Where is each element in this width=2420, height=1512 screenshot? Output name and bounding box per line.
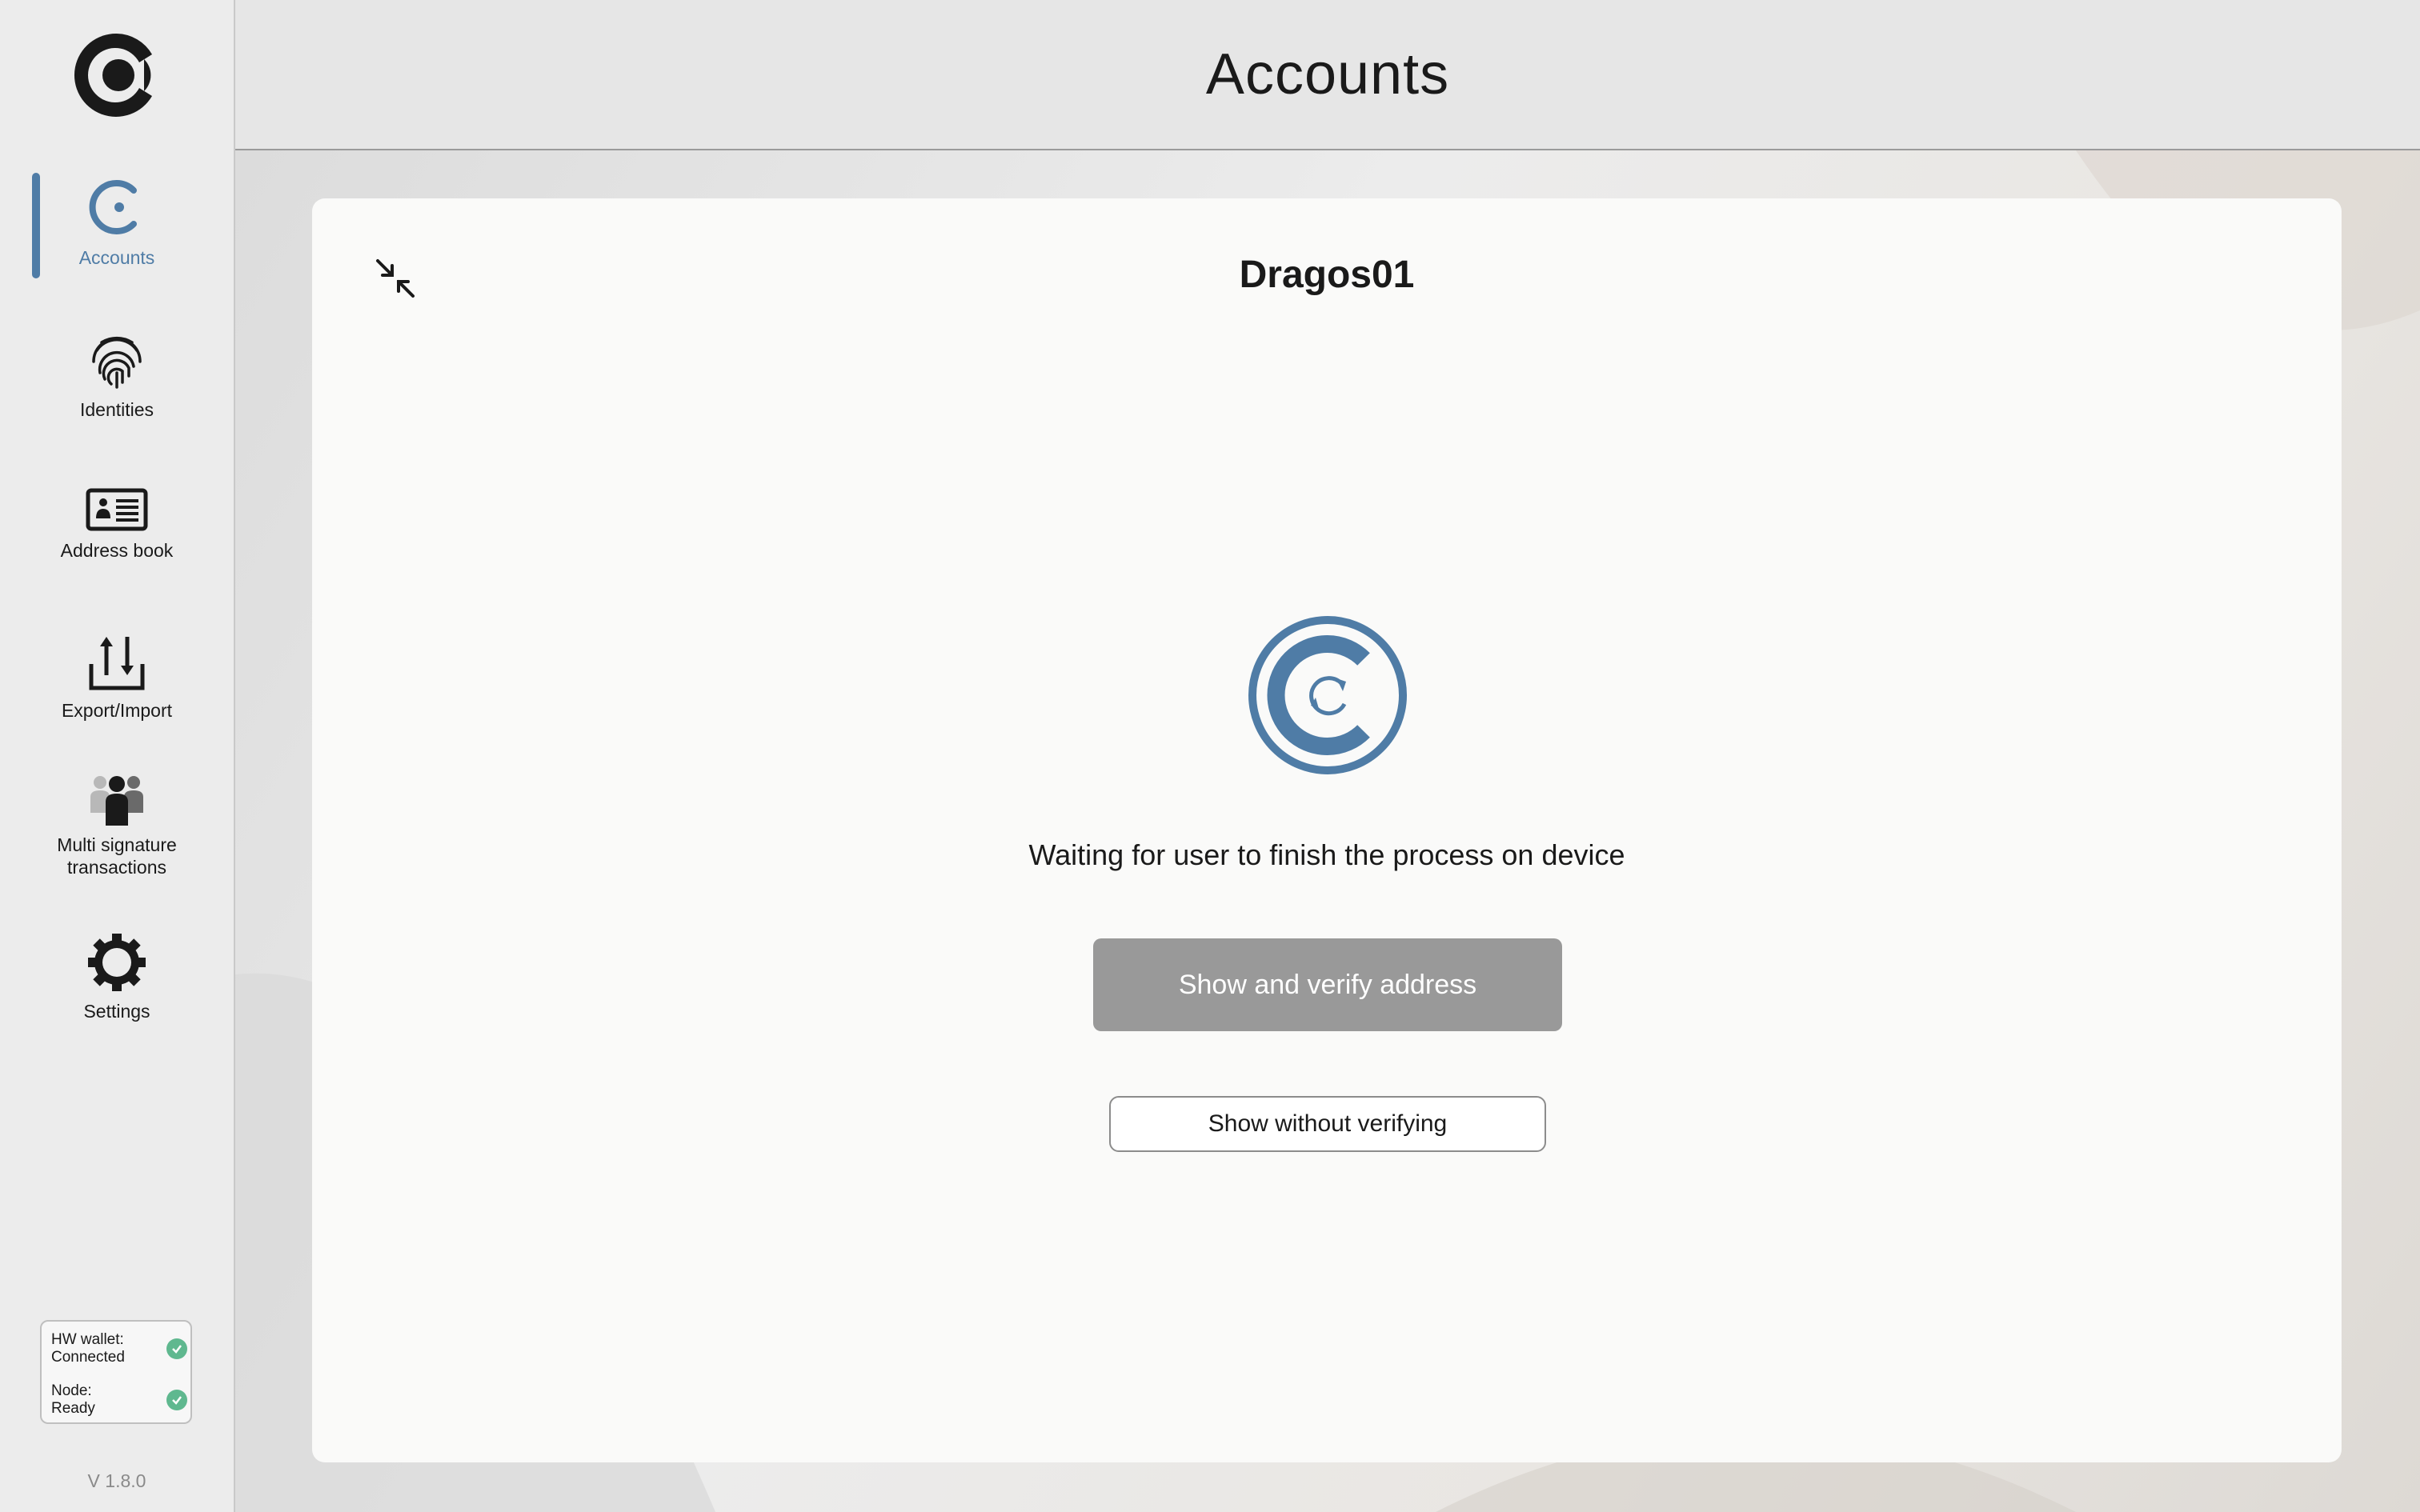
app-logo [74, 33, 152, 117]
gear-icon [88, 934, 146, 991]
sidebar-item-label: Multi signature transactions [57, 834, 177, 878]
account-name: Dragos01 [1239, 254, 1415, 296]
sidebar-item-multisig[interactable]: Multi signature transactions [0, 773, 234, 878]
sidebar-item-settings[interactable]: Settings [0, 933, 234, 1022]
node-label: Node: [51, 1382, 92, 1399]
sidebar-item-accounts[interactable]: Accounts [0, 174, 234, 269]
device-sync-icon [1248, 616, 1407, 774]
waiting-message: Waiting for user to finish the process o… [1028, 838, 1625, 871]
app-version: V 1.8.0 [87, 1470, 146, 1491]
sidebar-item-label: Address book [60, 540, 174, 561]
page-title: Accounts [1205, 42, 1450, 106]
sidebar-item-address-book[interactable]: Address book [0, 488, 234, 562]
page-header: Accounts [235, 0, 2420, 150]
sidebar-item-identities[interactable]: Identities [0, 331, 234, 421]
show-without-verifying-button[interactable]: Show without verifying [1109, 1096, 1546, 1152]
check-icon [166, 1338, 187, 1359]
node-value: Ready [51, 1400, 95, 1417]
show-and-verify-button[interactable]: Show and verify address [1093, 938, 1562, 1031]
sidebar-item-label: Accounts [78, 247, 155, 268]
hw-wallet-label: HW wallet: [51, 1331, 124, 1348]
people-icon [90, 776, 143, 826]
accounts-icon [89, 180, 137, 234]
connection-status-panel: HW wallet: Connected Node: Ready [40, 1320, 192, 1424]
sidebar-item-label: Export/Import [61, 700, 173, 721]
account-card: Dragos01 Waiting for user to finish the … [312, 198, 2342, 1462]
check-icon [166, 1390, 187, 1410]
sidebar-item-label: Identities [79, 399, 154, 420]
sidebar-item-label: Settings [83, 1001, 150, 1022]
hw-wallet-status: HW wallet: Connected [51, 1328, 187, 1370]
sidebar: Accounts Identities Address book Export/… [0, 0, 235, 1512]
sidebar-item-export-import[interactable]: Export/Import [0, 634, 234, 722]
export-import-icon [89, 637, 145, 690]
app-window: Accounts Identities Address book Export/… [0, 0, 2420, 1512]
node-status: Node: Ready [51, 1379, 187, 1421]
id-card-icon [86, 488, 148, 531]
hw-wallet-value: Connected [51, 1349, 125, 1366]
fingerprint-icon [92, 336, 142, 389]
